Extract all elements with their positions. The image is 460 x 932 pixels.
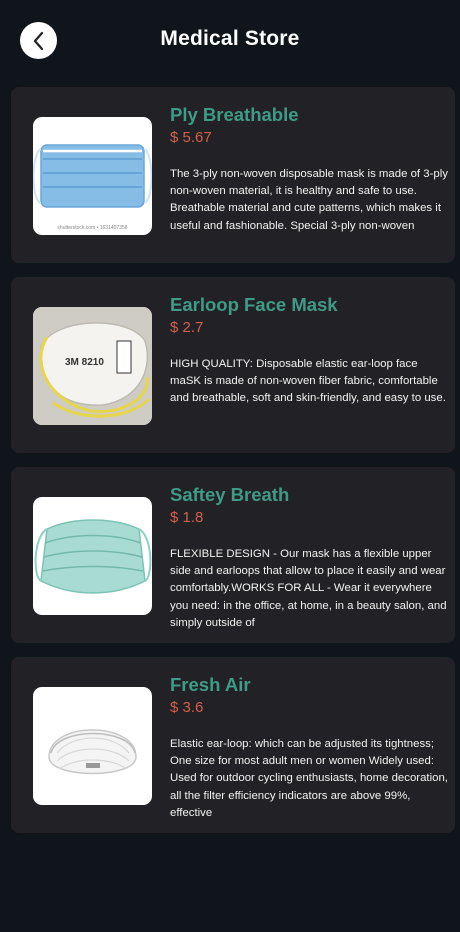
product-price: $ 2.7 [170,319,204,336]
green-pleated-mask-image [33,497,152,615]
n95-respirator-image: 3M 8210 [33,307,152,425]
product-price: $ 1.8 [170,509,204,526]
product-name: Earloop Face Mask [170,294,338,315]
product-card[interactable]: Fresh Air $ 3.6 Elastic ear-loop: which … [11,657,455,833]
white-cup-respirator-image [33,687,152,805]
image-caption: shutterstock.com • 1631407358 [57,225,127,231]
product-name: Ply Breathable [170,104,299,125]
product-description: FLEXIBLE DESIGN - Our mask has a flexibl… [170,548,447,629]
product-name: Fresh Air [170,674,251,695]
product-card[interactable]: Saftey Breath $ 1.8 FLEXIBLE DESIGN - Ou… [11,467,455,643]
product-description: The 3-ply non-woven disposable mask is m… [170,168,448,232]
product-name: Saftey Breath [170,484,290,505]
product-card[interactable]: shutterstock.com • 1631407358 Ply Breath… [11,87,455,263]
app-header: Medical Store [0,0,460,82]
product-price: $ 5.67 [170,129,212,146]
product-description: Elastic ear-loop: which can be adjusted … [170,738,448,819]
page-title: Medical Store [160,27,300,50]
product-card[interactable]: 3M 8210 Earloop Face Mask $ 2.7 HIGH QUA… [11,277,455,453]
surgical-mask-image: shutterstock.com • 1631407358 [33,117,152,235]
product-price: $ 3.6 [170,699,204,716]
product-description: HIGH QUALITY: Disposable elastic ear-loo… [170,358,446,405]
product-list: shutterstock.com • 1631407358 Ply Breath… [11,87,455,847]
image-caption: 3M 8210 [65,357,104,368]
